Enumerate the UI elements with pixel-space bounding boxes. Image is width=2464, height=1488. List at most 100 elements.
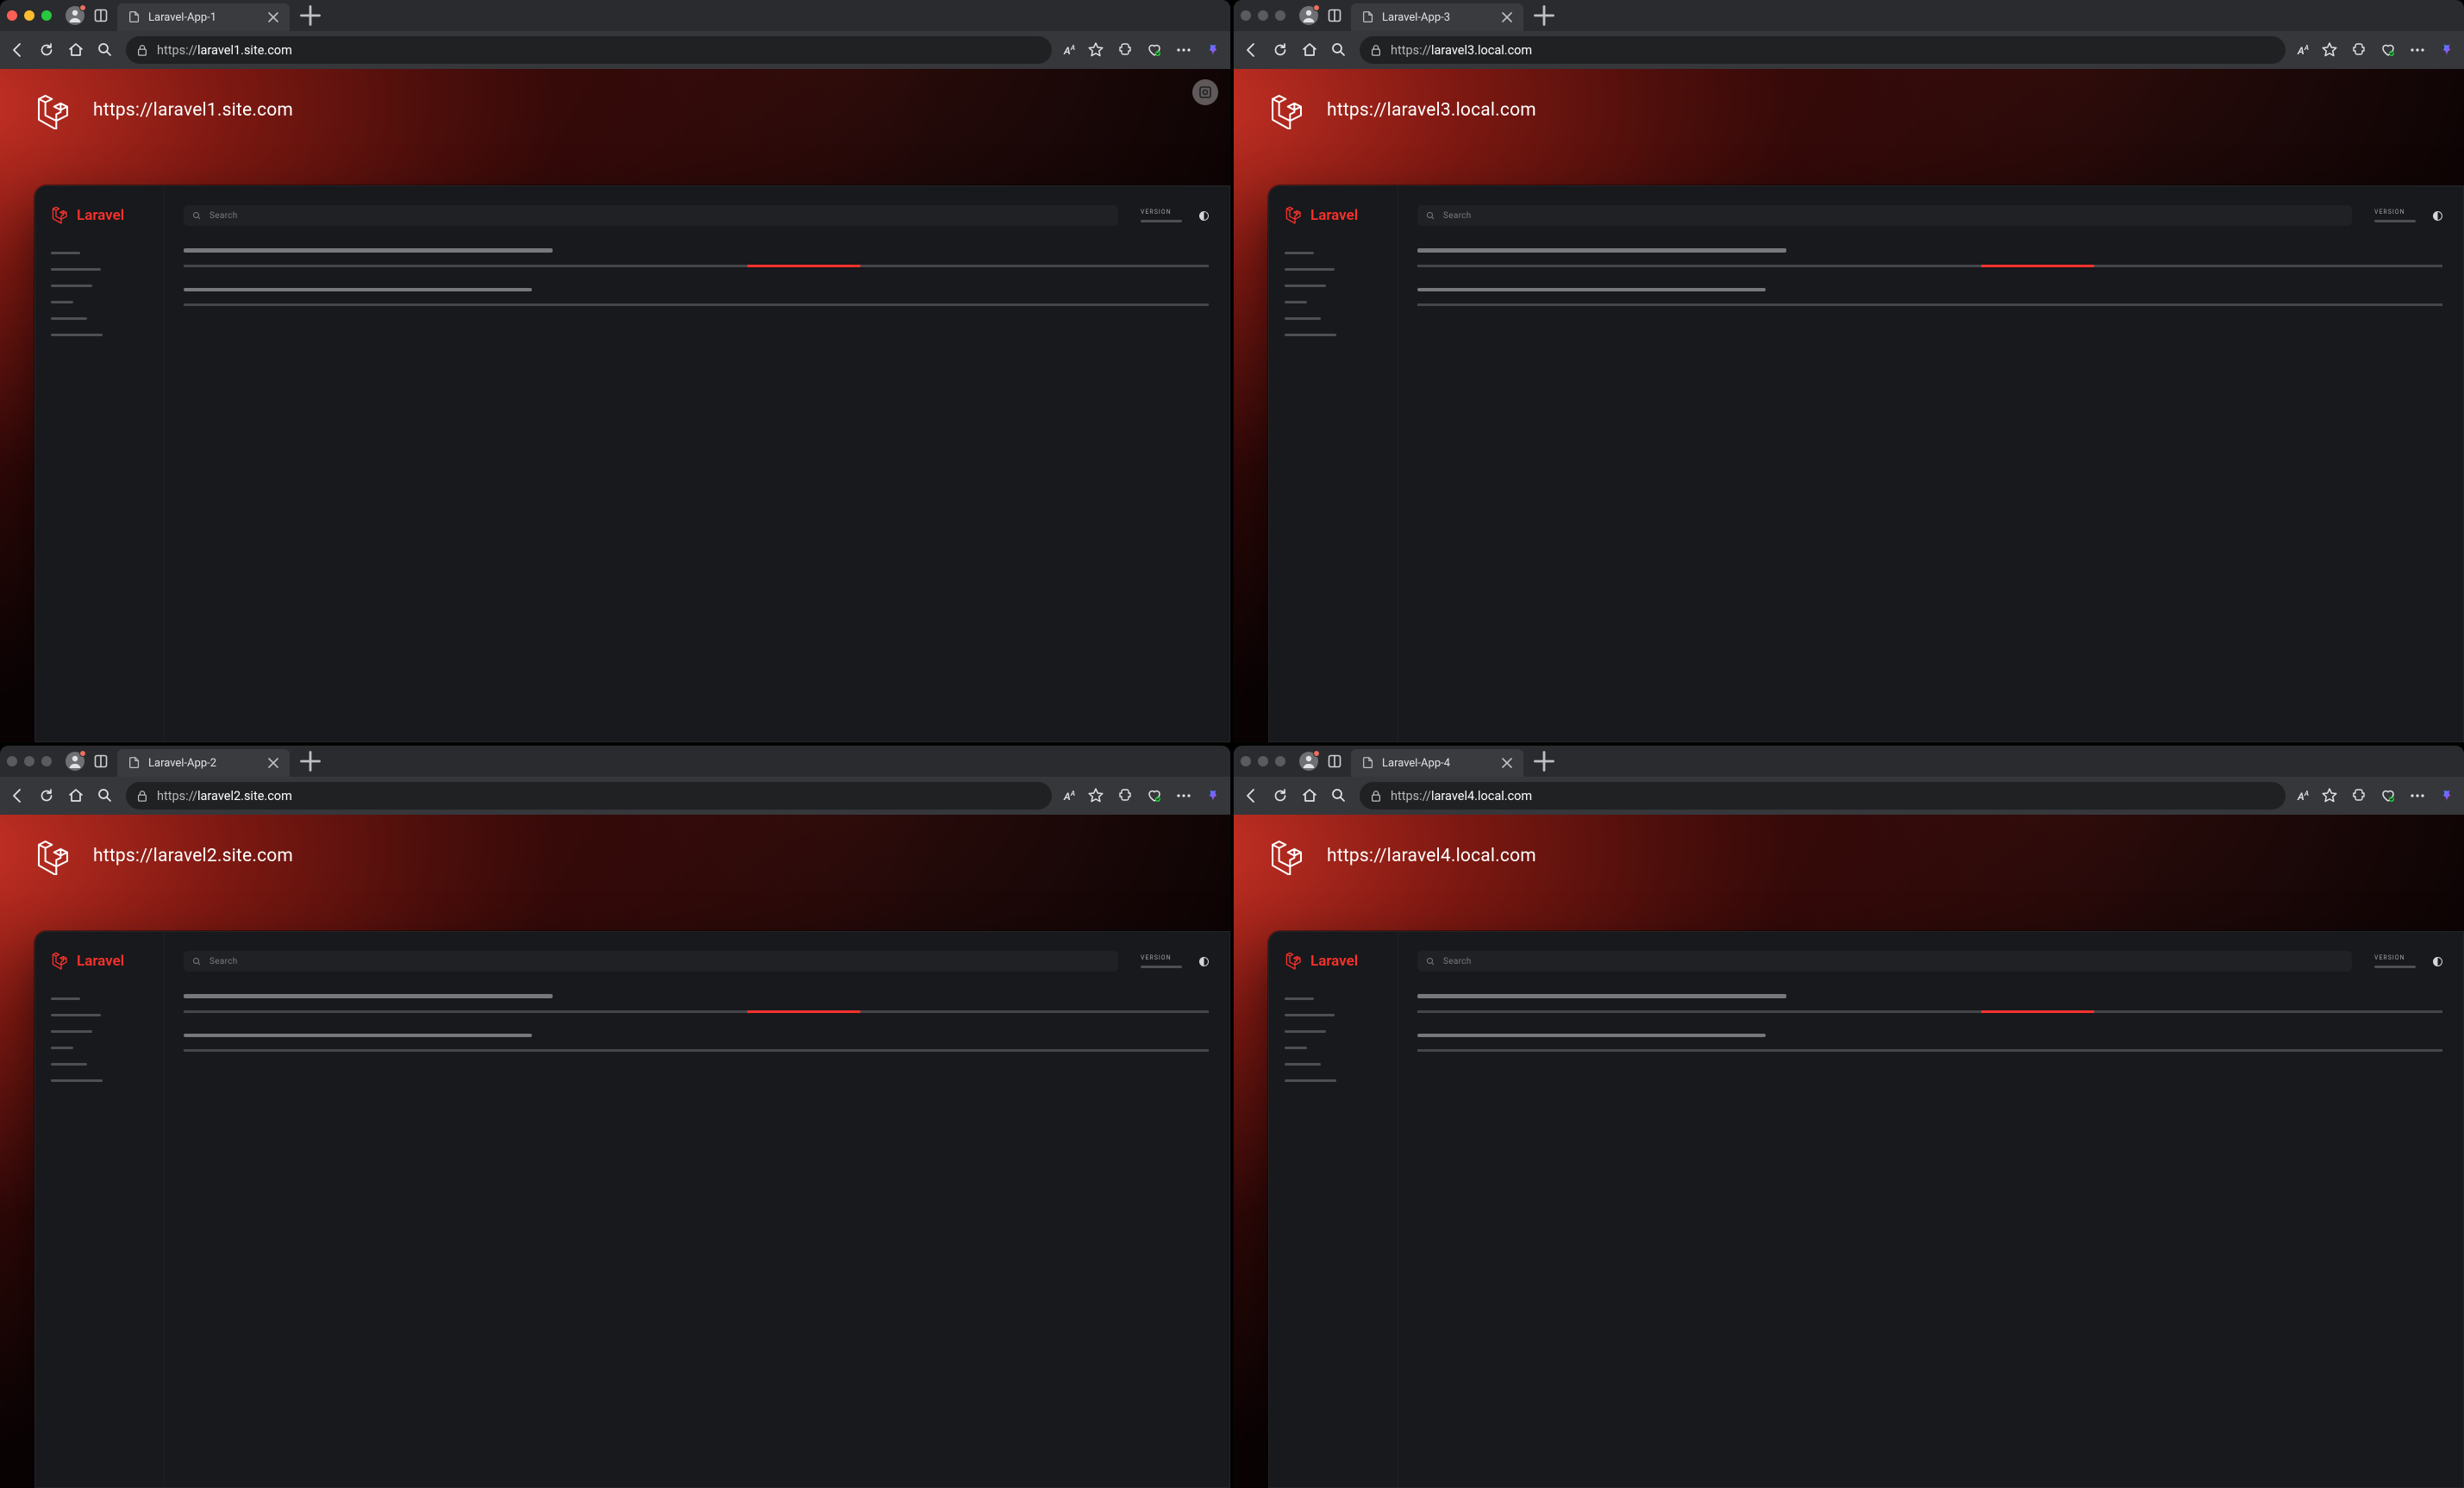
sidebar-item[interactable] — [1285, 1079, 1336, 1082]
back-button[interactable] — [9, 787, 26, 804]
new-tab-button[interactable] — [1532, 3, 1556, 28]
sidebar-item[interactable] — [1285, 284, 1326, 287]
favorites-button[interactable] — [2321, 41, 2338, 59]
refresh-button[interactable] — [38, 787, 55, 804]
sidebar-item[interactable] — [1285, 317, 1321, 320]
home-button[interactable] — [67, 787, 84, 804]
window-minimize-dot[interactable] — [24, 756, 34, 766]
sidebar-item[interactable] — [51, 301, 73, 303]
close-tab-button[interactable] — [1501, 757, 1513, 769]
sidebar-item[interactable] — [1285, 334, 1336, 336]
window-zoom-dot[interactable] — [1275, 756, 1285, 766]
browser-tab[interactable]: Laravel-App-3 — [1351, 3, 1523, 31]
new-tab-button[interactable] — [298, 749, 322, 773]
address-bar[interactable]: https://laravel2.site.com — [126, 782, 1052, 810]
extensions-button[interactable] — [1116, 787, 1134, 804]
back-button[interactable] — [1242, 41, 1260, 59]
extensions-button[interactable] — [2350, 41, 2367, 59]
more-button[interactable] — [2409, 41, 2426, 59]
sidebar-item[interactable] — [51, 1030, 92, 1033]
docs-brand[interactable]: Laravel — [51, 951, 148, 972]
sidebar-item[interactable] — [1285, 1063, 1321, 1066]
window-zoom-dot[interactable] — [1275, 10, 1285, 21]
search-button[interactable] — [1330, 787, 1348, 804]
favorites-button[interactable] — [2321, 787, 2338, 804]
sidebar-item[interactable] — [51, 997, 80, 1000]
profile-button[interactable] — [66, 752, 84, 771]
sidebar-item[interactable] — [51, 1047, 73, 1049]
sidebar-item[interactable] — [1285, 997, 1314, 1000]
copilot-button[interactable] — [1204, 787, 1222, 804]
search-button[interactable] — [1330, 41, 1348, 59]
collections-button[interactable] — [2380, 787, 2397, 804]
window-zoom-dot[interactable] — [41, 10, 52, 21]
collections-button[interactable] — [2380, 41, 2397, 59]
copilot-button[interactable] — [2438, 41, 2455, 59]
more-button[interactable] — [1175, 787, 1192, 804]
search-button[interactable] — [97, 41, 114, 59]
more-button[interactable] — [2409, 787, 2426, 804]
close-tab-button[interactable] — [267, 757, 279, 769]
sidebar-item[interactable] — [1285, 1030, 1326, 1033]
collections-button[interactable] — [1146, 41, 1163, 59]
sidebar-item[interactable] — [51, 284, 92, 287]
favorites-button[interactable] — [1087, 787, 1104, 804]
extensions-button[interactable] — [1116, 41, 1134, 59]
sidebar-item[interactable] — [51, 334, 103, 336]
close-tab-button[interactable] — [1501, 11, 1513, 23]
window-close-dot[interactable] — [1241, 756, 1251, 766]
search-button[interactable] — [97, 787, 114, 804]
docs-brand[interactable]: Laravel — [51, 205, 148, 226]
window-minimize-dot[interactable] — [1258, 10, 1268, 21]
window-zoom-dot[interactable] — [41, 756, 52, 766]
browser-tab[interactable]: Laravel-App-1 — [117, 3, 290, 31]
profile-button[interactable] — [1299, 6, 1318, 25]
read-aloud-button[interactable]: AA — [1064, 790, 1075, 803]
sidebar-item[interactable] — [51, 317, 87, 320]
sidebar-item[interactable] — [1285, 1047, 1307, 1049]
tab-overview-button[interactable] — [93, 753, 109, 769]
new-tab-button[interactable] — [1532, 749, 1556, 773]
tab-overview-button[interactable] — [93, 8, 109, 23]
favorites-button[interactable] — [1087, 41, 1104, 59]
refresh-button[interactable] — [1272, 41, 1289, 59]
address-bar[interactable]: https://laravel1.site.com — [126, 36, 1052, 64]
theme-toggle[interactable] — [1199, 957, 1209, 966]
tab-overview-button[interactable] — [1327, 8, 1342, 23]
copilot-button[interactable] — [1204, 41, 1222, 59]
version-selector[interactable]: VERSION — [2374, 954, 2416, 968]
new-tab-button[interactable] — [298, 3, 322, 28]
home-button[interactable] — [1301, 41, 1318, 59]
docs-brand[interactable]: Laravel — [1285, 951, 1382, 972]
sidebar-item[interactable] — [1285, 1014, 1335, 1016]
refresh-button[interactable] — [38, 41, 55, 59]
read-aloud-button[interactable]: AA — [2298, 44, 2309, 57]
address-bar[interactable]: https://laravel3.local.com — [1360, 36, 2286, 64]
home-button[interactable] — [67, 41, 84, 59]
theme-toggle[interactable] — [1199, 211, 1209, 221]
browser-tab[interactable]: Laravel-App-4 — [1351, 749, 1523, 777]
home-button[interactable] — [1301, 787, 1318, 804]
sidebar-item[interactable] — [1285, 268, 1335, 271]
window-close-dot[interactable] — [7, 10, 17, 21]
back-button[interactable] — [1242, 787, 1260, 804]
browser-tab[interactable]: Laravel-App-2 — [117, 749, 290, 777]
more-button[interactable] — [1175, 41, 1192, 59]
docs-search[interactable]: Search — [184, 205, 1118, 226]
profile-button[interactable] — [66, 6, 84, 25]
sidebar-item[interactable] — [51, 1063, 87, 1066]
address-bar[interactable]: https://laravel4.local.com — [1360, 782, 2286, 810]
sidebar-item[interactable] — [1285, 301, 1307, 303]
read-aloud-button[interactable]: AA — [2298, 790, 2309, 803]
collections-button[interactable] — [1146, 787, 1163, 804]
sidebar-item[interactable] — [51, 268, 101, 271]
version-selector[interactable]: VERSION — [1141, 954, 1182, 968]
docs-brand[interactable]: Laravel — [1285, 205, 1382, 226]
refresh-button[interactable] — [1272, 787, 1289, 804]
close-tab-button[interactable] — [267, 11, 279, 23]
profile-button[interactable] — [1299, 752, 1318, 771]
version-selector[interactable]: VERSION — [1141, 209, 1182, 222]
window-minimize-dot[interactable] — [1258, 756, 1268, 766]
window-close-dot[interactable] — [7, 756, 17, 766]
sidebar-item[interactable] — [51, 252, 80, 254]
